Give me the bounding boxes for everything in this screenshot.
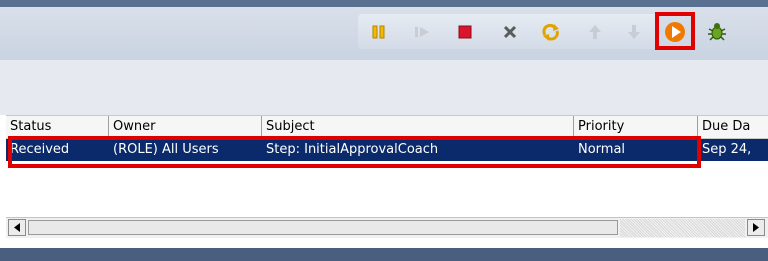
column-header-status[interactable]: Status <box>6 116 109 138</box>
column-header-owner[interactable]: Owner <box>109 116 262 138</box>
column-header-due-date[interactable]: Due Da <box>698 116 768 138</box>
scroll-right-button[interactable] <box>747 219 765 236</box>
bottom-border <box>0 248 768 261</box>
scrollbar-thumb[interactable] <box>28 220 618 235</box>
task-table: Status Owner Subject Priority Due Da Rec… <box>6 115 768 227</box>
horizontal-scrollbar[interactable] <box>6 217 768 238</box>
run-button-highlight <box>655 12 695 50</box>
cancel-button[interactable] <box>497 19 523 45</box>
step-forward-icon <box>415 27 429 37</box>
selected-row-highlight <box>8 136 701 168</box>
toolbar-top-strip <box>0 0 768 7</box>
scroll-left-button[interactable] <box>8 219 26 236</box>
scroll-right-icon <box>753 223 759 232</box>
move-down-button[interactable] <box>621 19 647 45</box>
stop-icon <box>458 25 472 39</box>
debug-bug-icon <box>708 23 726 41</box>
toolbar-spacer-area <box>0 60 768 115</box>
debug-button[interactable] <box>704 19 730 45</box>
cancel-icon <box>503 25 517 39</box>
scroll-left-icon <box>14 223 20 232</box>
refresh-button[interactable] <box>538 19 564 45</box>
cell-due-date: Sep 24, <box>702 142 752 157</box>
step-button[interactable] <box>410 19 436 45</box>
column-header-subject[interactable]: Subject <box>262 116 574 138</box>
pause-button[interactable] <box>366 19 392 45</box>
scrollbar-track[interactable] <box>620 219 745 237</box>
pause-icon <box>372 25 385 39</box>
down-arrow-icon <box>628 25 640 39</box>
stop-button[interactable] <box>452 19 478 45</box>
column-header-priority[interactable]: Priority <box>574 116 698 138</box>
move-up-button[interactable] <box>582 19 608 45</box>
up-arrow-icon <box>589 25 601 39</box>
refresh-icon <box>542 23 559 41</box>
